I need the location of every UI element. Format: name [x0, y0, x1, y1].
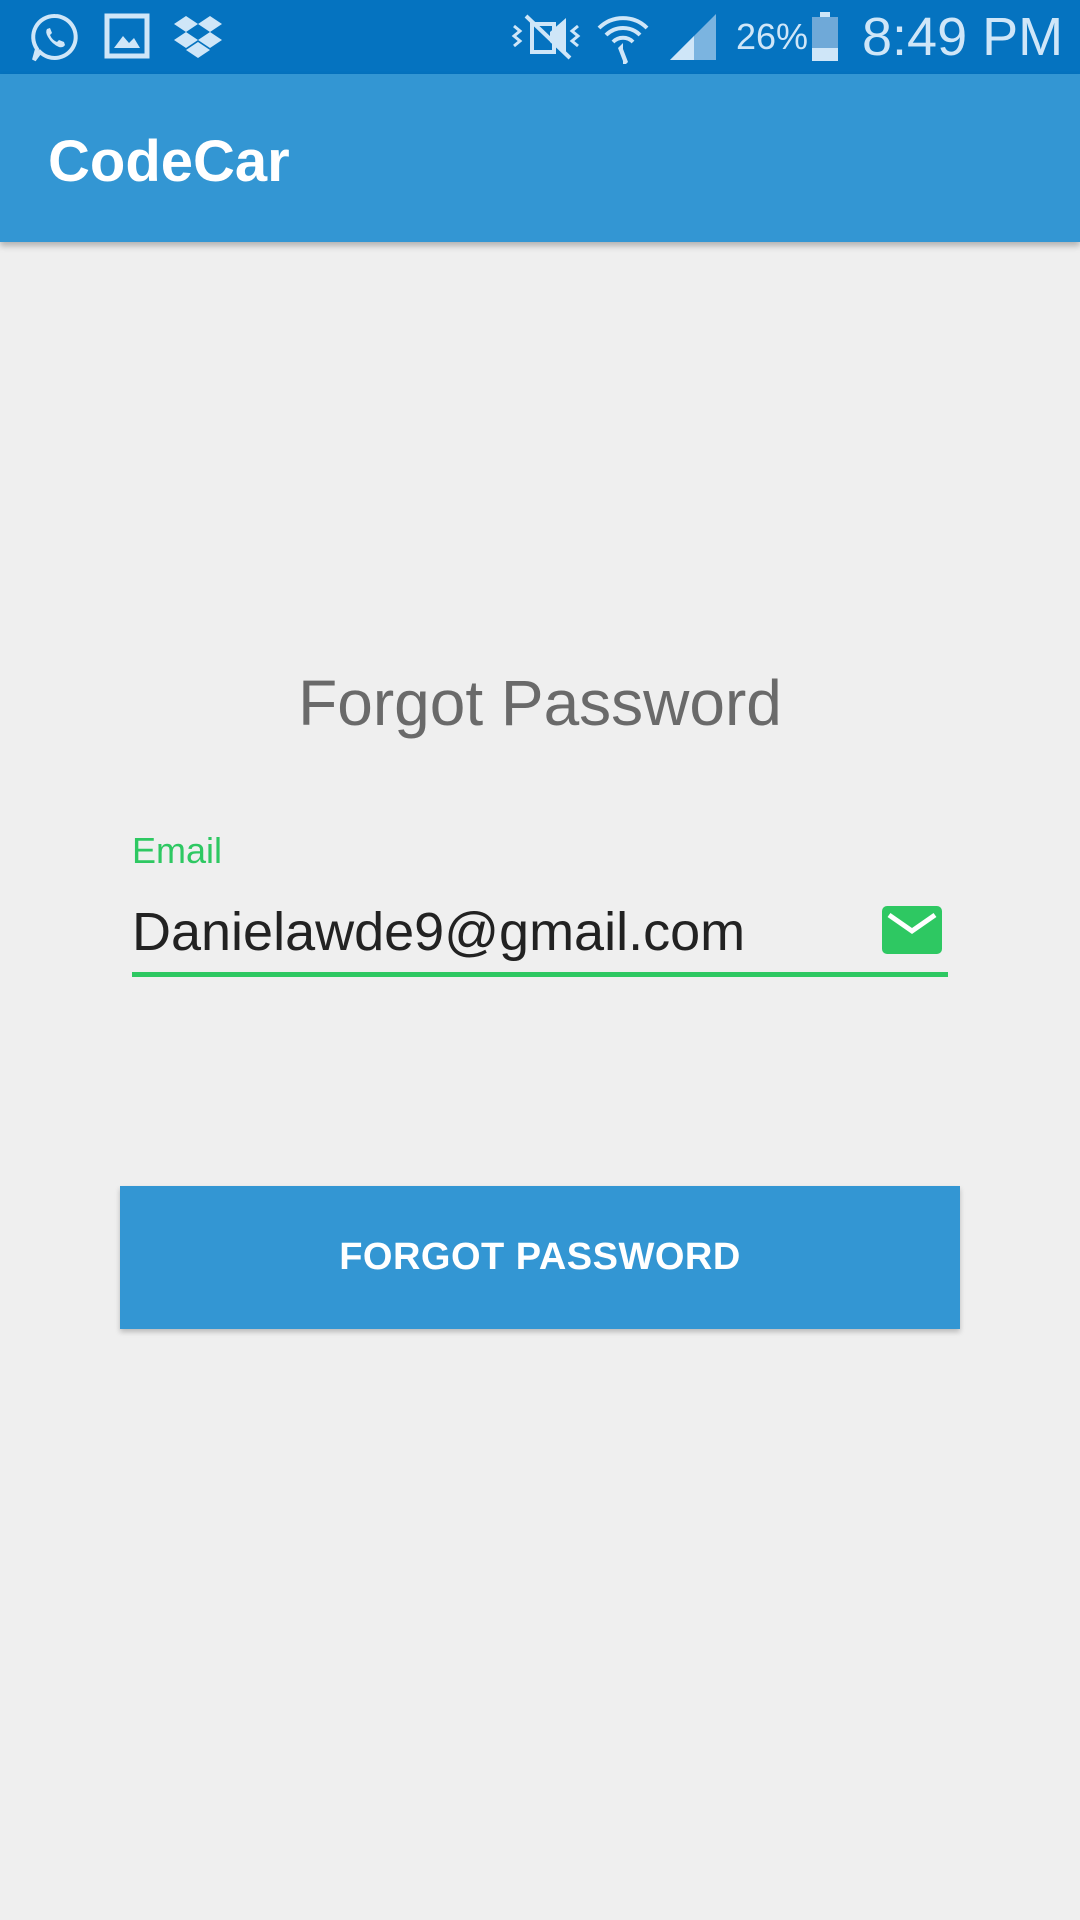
- forgot-password-button[interactable]: FORGOT PASSWORD: [120, 1186, 960, 1329]
- signal-icon: [670, 14, 716, 60]
- email-field-underline: [132, 972, 948, 977]
- app-bar: CodeCar: [0, 74, 1080, 242]
- mail-icon: [882, 906, 942, 954]
- battery-icon: [812, 12, 838, 61]
- page-title: Forgot Password: [298, 667, 782, 739]
- app-title: CodeCar: [48, 129, 290, 194]
- wifi-icon: [597, 16, 649, 64]
- gallery-icon: [104, 13, 150, 59]
- vibrate-mute-icon: [511, 14, 581, 60]
- email-field[interactable]: [132, 895, 872, 969]
- status-bar: 26% 8:49 PM: [0, 0, 1080, 74]
- dropbox-icon: [174, 16, 222, 58]
- battery-percent: 26%: [736, 16, 809, 57]
- email-label: Email: [132, 830, 223, 871]
- whatsapp-icon: [31, 13, 78, 62]
- clock: 8:49 PM: [862, 7, 1064, 67]
